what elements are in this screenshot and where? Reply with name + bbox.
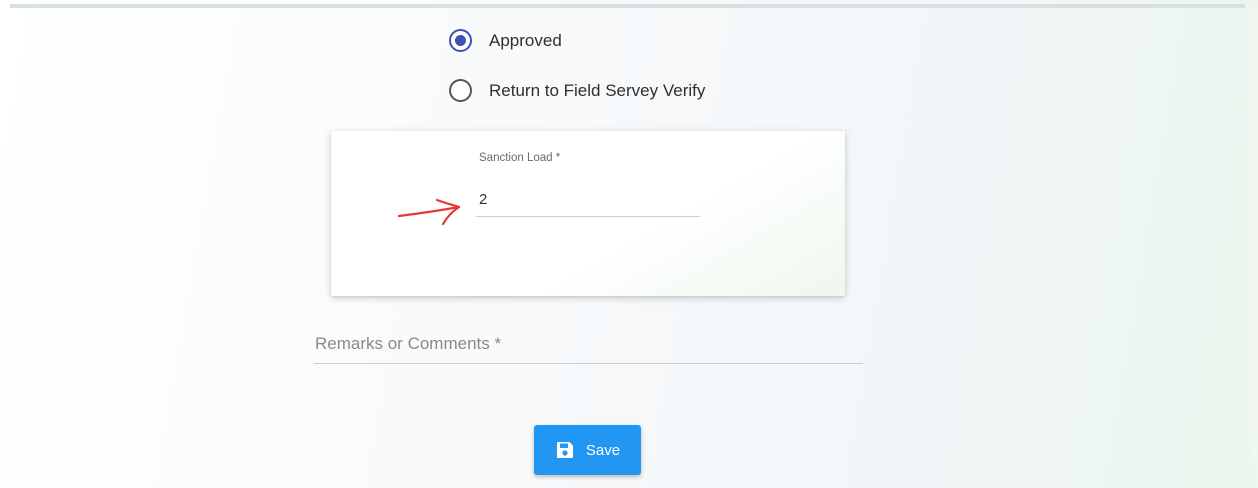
radio-option-approved[interactable]: Approved: [449, 29, 562, 52]
red-arrow-annotation-icon: [397, 198, 461, 226]
top-divider: [10, 4, 1245, 8]
radio-button-return-to-field-survey[interactable]: [449, 79, 472, 102]
radio-option-return-to-field-survey[interactable]: Return to Field Servey Verify: [449, 79, 705, 102]
radio-button-approved[interactable]: [449, 29, 472, 52]
save-button[interactable]: Save: [534, 425, 641, 475]
floppy-disk-icon: [556, 442, 573, 458]
radio-label-return-to-field-survey: Return to Field Servey Verify: [489, 80, 706, 100]
right-edge-shade: [1244, 8, 1258, 488]
remarks-field[interactable]: Remarks or Comments *: [314, 328, 863, 364]
remarks-label: Remarks or Comments *: [315, 334, 502, 353]
sanction-load-label: Sanction Load *: [479, 152, 561, 164]
radio-label-approved: Approved: [489, 30, 562, 50]
sanction-load-input[interactable]: [476, 183, 700, 217]
save-button-label: Save: [585, 441, 621, 459]
